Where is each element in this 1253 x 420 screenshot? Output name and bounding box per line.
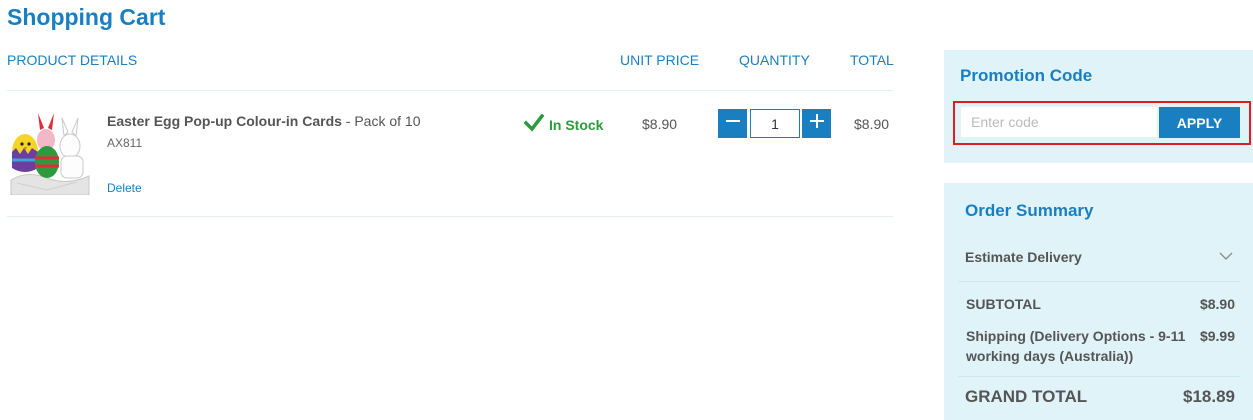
promo-code-input[interactable] xyxy=(961,107,1157,137)
summary-divider xyxy=(958,281,1240,282)
stock-status: In Stock xyxy=(523,113,604,135)
shipping-label-line1: Shipping (Delivery Options - 9-11 xyxy=(966,328,1186,344)
quantity-decrease-button[interactable] xyxy=(718,109,747,138)
column-header-quantity: QUANTITY xyxy=(739,52,810,68)
product-title[interactable]: Easter Egg Pop-up Colour-in Cards xyxy=(107,113,342,129)
promotion-code-highlight: APPLY xyxy=(953,101,1251,145)
grand-total-label: GRAND TOTAL xyxy=(965,387,1088,406)
checkmark-icon xyxy=(523,113,545,135)
column-header-product: PRODUCT DETAILS xyxy=(7,52,138,68)
shipping-value: $9.99 xyxy=(1199,328,1235,344)
subtotal-label: SUBTOTAL xyxy=(966,296,1041,312)
delete-link[interactable]: Delete xyxy=(107,181,142,195)
row-divider xyxy=(7,216,893,217)
quantity-input[interactable] xyxy=(750,109,800,138)
order-summary-title: Order Summary xyxy=(965,201,1094,220)
quantity-increase-button[interactable] xyxy=(802,109,831,138)
header-divider xyxy=(7,90,893,91)
product-variant: - Pack of 10 xyxy=(341,113,421,129)
shipping-label-line2: working days (Australia)) xyxy=(966,348,1134,364)
column-header-total: TOTAL xyxy=(850,52,894,68)
promotion-title: Promotion Code xyxy=(960,66,1093,85)
chevron-down-icon[interactable] xyxy=(1219,248,1233,266)
grand-total-value: $18.89 xyxy=(1183,387,1235,406)
grand-total-divider xyxy=(958,376,1240,377)
estimate-delivery-label[interactable]: Estimate Delivery xyxy=(965,249,1082,265)
product-name[interactable]: Easter Egg Pop-up Colour-in Cards - Pack… xyxy=(107,113,421,129)
apply-button[interactable]: APPLY xyxy=(1159,107,1240,138)
product-thumbnail[interactable] xyxy=(7,110,92,196)
subtotal-value: $8.90 xyxy=(1199,296,1235,312)
stock-label: In Stock xyxy=(549,116,604,133)
line-total: $8.90 xyxy=(854,116,890,132)
column-header-unit-price: UNIT PRICE xyxy=(620,52,700,68)
page-title: Shopping Cart xyxy=(7,4,166,30)
minus-icon xyxy=(725,113,741,134)
plus-icon xyxy=(809,113,825,134)
unit-price: $8.90 xyxy=(642,116,678,132)
product-sku: AX811 xyxy=(107,136,143,150)
